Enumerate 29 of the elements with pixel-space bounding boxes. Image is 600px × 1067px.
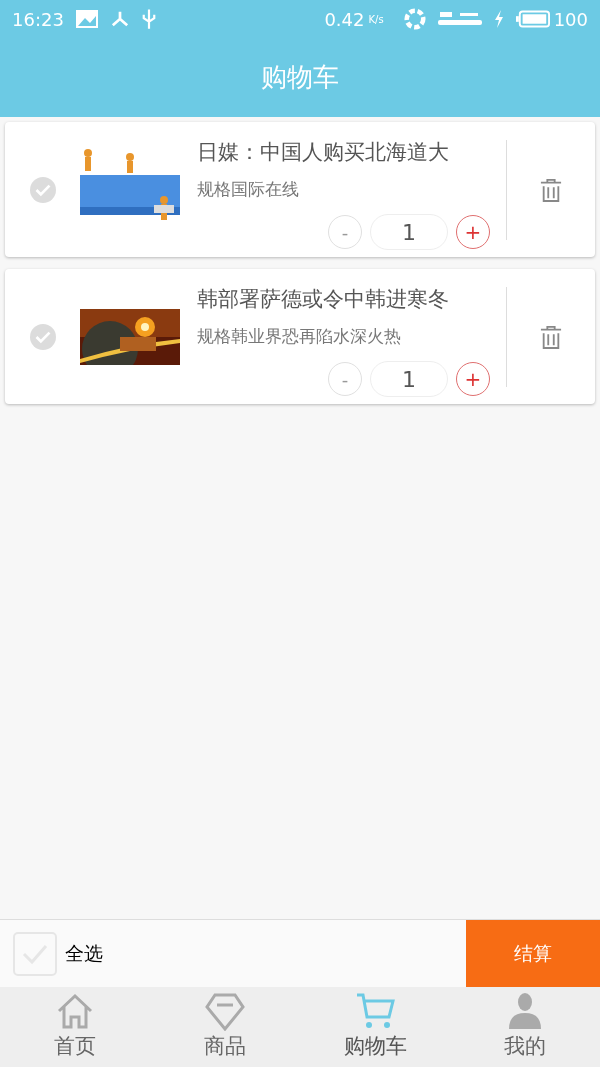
product-spec: 规格国际在线 xyxy=(197,177,300,201)
home-icon xyxy=(55,991,95,1031)
select-all-label: 全选 xyxy=(65,941,103,967)
check-icon[interactable] xyxy=(29,323,56,350)
diamond-icon xyxy=(205,991,245,1031)
usb-icon xyxy=(141,9,156,29)
trash-icon[interactable] xyxy=(540,324,562,349)
share-icon xyxy=(109,10,130,28)
check-icon[interactable] xyxy=(29,176,56,203)
status-time: 16:23 xyxy=(12,7,64,32)
tab-item[interactable]: 购物车 xyxy=(300,987,450,1067)
product-title: 韩部署萨德或令中韩进寒冬 xyxy=(197,286,450,313)
tab-item[interactable]: 我的 xyxy=(450,987,600,1067)
page-title: 购物车 xyxy=(261,61,339,94)
product-title: 日媒：中国人购买北海道大 xyxy=(197,139,450,166)
tab-item[interactable]: 首页 xyxy=(0,987,150,1067)
trash-icon[interactable] xyxy=(540,177,562,202)
wheel-icon xyxy=(403,8,426,30)
checkout-button[interactable]: 结算 xyxy=(466,920,600,987)
speed-unit: K/s xyxy=(368,12,384,27)
cart-icon xyxy=(355,991,395,1031)
image-icon xyxy=(75,10,98,28)
battery-icon xyxy=(515,10,550,28)
network-speed: 0.42 xyxy=(324,7,365,32)
product-spec: 规格韩业界恐再陷水深火热 xyxy=(197,324,402,348)
tab-item[interactable]: 商品 xyxy=(150,987,300,1067)
signal-icon xyxy=(437,12,482,26)
battery-level: 100 xyxy=(553,7,588,32)
charging-icon xyxy=(493,10,504,28)
